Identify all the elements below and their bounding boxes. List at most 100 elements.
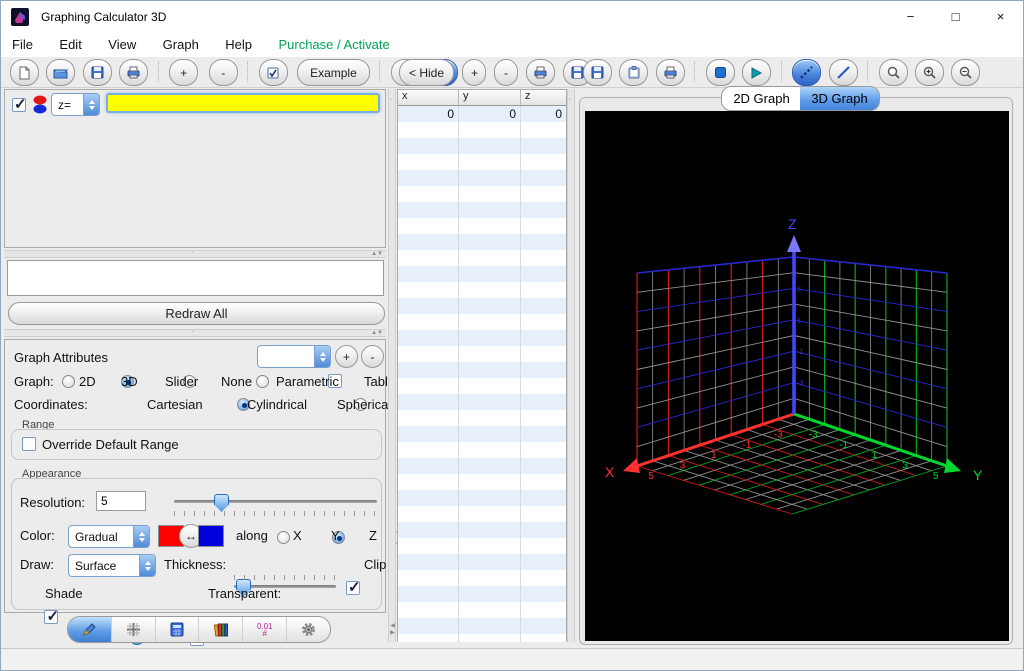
along-x-radio[interactable]	[277, 531, 290, 544]
table-cell[interactable]	[398, 618, 459, 634]
table-row[interactable]	[398, 442, 566, 458]
table-row[interactable]	[398, 586, 566, 602]
resolution-slider[interactable]	[174, 494, 377, 512]
table-row[interactable]	[398, 378, 566, 394]
table-cell[interactable]: 0	[521, 106, 566, 122]
table-cell[interactable]	[398, 522, 459, 538]
table-row[interactable]	[398, 426, 566, 442]
table-cell[interactable]	[459, 250, 521, 266]
table-cell[interactable]	[521, 122, 566, 138]
table-cell[interactable]	[398, 634, 459, 642]
menu-file[interactable]: File	[1, 33, 44, 57]
table-cell[interactable]	[521, 186, 566, 202]
table-row[interactable]	[398, 458, 566, 474]
table-cell[interactable]	[521, 538, 566, 554]
table-cell[interactable]	[521, 218, 566, 234]
table-cell[interactable]	[521, 506, 566, 522]
table-cell[interactable]	[521, 474, 566, 490]
resolution-input[interactable]	[96, 491, 146, 511]
table-row[interactable]	[398, 282, 566, 298]
table-cell[interactable]	[459, 458, 521, 474]
tab-axes[interactable]	[112, 617, 156, 642]
preset-dropdown[interactable]	[257, 345, 331, 368]
table-cell[interactable]	[459, 474, 521, 490]
vertical-splitter[interactable]: ◦	[567, 89, 575, 642]
equation-enable-checkbox[interactable]	[12, 95, 27, 113]
table-cell[interactable]	[398, 298, 459, 314]
table-cell[interactable]	[398, 538, 459, 554]
zoom-tool-button[interactable]	[878, 59, 908, 86]
table-row[interactable]	[398, 314, 566, 330]
copy-graph-button[interactable]	[619, 59, 649, 86]
table-row[interactable]	[398, 570, 566, 586]
table-cell[interactable]	[459, 490, 521, 506]
tab-3d-graph[interactable]: 3D Graph	[800, 86, 880, 111]
splitter-collapse-icon[interactable]: ▲▼	[371, 251, 383, 257]
table-row[interactable]	[398, 266, 566, 282]
table-cell[interactable]	[459, 394, 521, 410]
table-cell[interactable]	[398, 282, 459, 298]
table-cell[interactable]	[521, 442, 566, 458]
table-cell[interactable]	[459, 154, 521, 170]
color-to-swatch[interactable]	[198, 525, 224, 547]
table-cell[interactable]	[521, 138, 566, 154]
table-cell[interactable]	[459, 506, 521, 522]
table-cell[interactable]	[459, 330, 521, 346]
table-cell[interactable]	[398, 138, 459, 154]
tab-colors[interactable]	[199, 617, 244, 642]
add-row-button[interactable]: +	[462, 59, 487, 86]
splitter-collapse-icon[interactable]: ◀▶	[389, 622, 396, 636]
table-cell[interactable]	[398, 250, 459, 266]
table-row[interactable]	[398, 522, 566, 538]
table-row[interactable]	[398, 554, 566, 570]
add-preset-button[interactable]: +	[335, 345, 358, 368]
table-cell[interactable]	[459, 410, 521, 426]
print-graph-button[interactable]	[655, 59, 685, 86]
table-cell[interactable]	[521, 282, 566, 298]
table-cell[interactable]	[521, 298, 566, 314]
table-cell[interactable]	[521, 458, 566, 474]
check-equations-button[interactable]	[258, 59, 288, 86]
table-cell[interactable]	[459, 570, 521, 586]
table-cell[interactable]	[459, 122, 521, 138]
table-row[interactable]	[398, 394, 566, 410]
splitter-collapse-icon[interactable]: ▲▼	[371, 330, 383, 336]
override-range-checkbox[interactable]	[22, 437, 36, 451]
table-cell[interactable]	[459, 138, 521, 154]
table-row[interactable]	[398, 362, 566, 378]
table-cell[interactable]	[398, 410, 459, 426]
remove-preset-button[interactable]: -	[361, 345, 384, 368]
table-cell[interactable]	[398, 570, 459, 586]
table-cell[interactable]	[459, 170, 521, 186]
remove-equation-button[interactable]: -	[208, 59, 238, 86]
table-cell[interactable]	[398, 426, 459, 442]
print-table-button[interactable]	[526, 59, 556, 86]
table-cell[interactable]	[398, 362, 459, 378]
table-cell[interactable]	[398, 154, 459, 170]
table-row[interactable]	[398, 602, 566, 618]
table-cell[interactable]	[459, 282, 521, 298]
play-button[interactable]	[742, 59, 772, 86]
table-cell[interactable]	[521, 266, 566, 282]
table-cell[interactable]	[521, 154, 566, 170]
table-cell[interactable]	[459, 266, 521, 282]
table-cell[interactable]	[459, 378, 521, 394]
tab-settings[interactable]	[287, 617, 330, 642]
menu-graph[interactable]: Graph	[152, 33, 210, 57]
table-row[interactable]	[398, 234, 566, 250]
table-cell[interactable]	[398, 586, 459, 602]
hide-table-button[interactable]: < Hide	[399, 59, 455, 86]
zoom-in-button[interactable]	[914, 59, 944, 86]
tab-calculator[interactable]	[156, 617, 200, 642]
tab-precision[interactable]: 0.01 #	[243, 617, 288, 642]
table-cell[interactable]	[398, 170, 459, 186]
table-cell[interactable]	[459, 602, 521, 618]
menu-view[interactable]: View	[97, 33, 147, 57]
example-button[interactable]: Example	[297, 59, 370, 86]
table-row[interactable]	[398, 202, 566, 218]
new-file-button[interactable]	[10, 59, 39, 86]
menu-edit[interactable]: Edit	[48, 33, 92, 57]
equation-input[interactable]	[106, 93, 380, 113]
table-cell[interactable]	[459, 586, 521, 602]
table-cell[interactable]	[398, 442, 459, 458]
